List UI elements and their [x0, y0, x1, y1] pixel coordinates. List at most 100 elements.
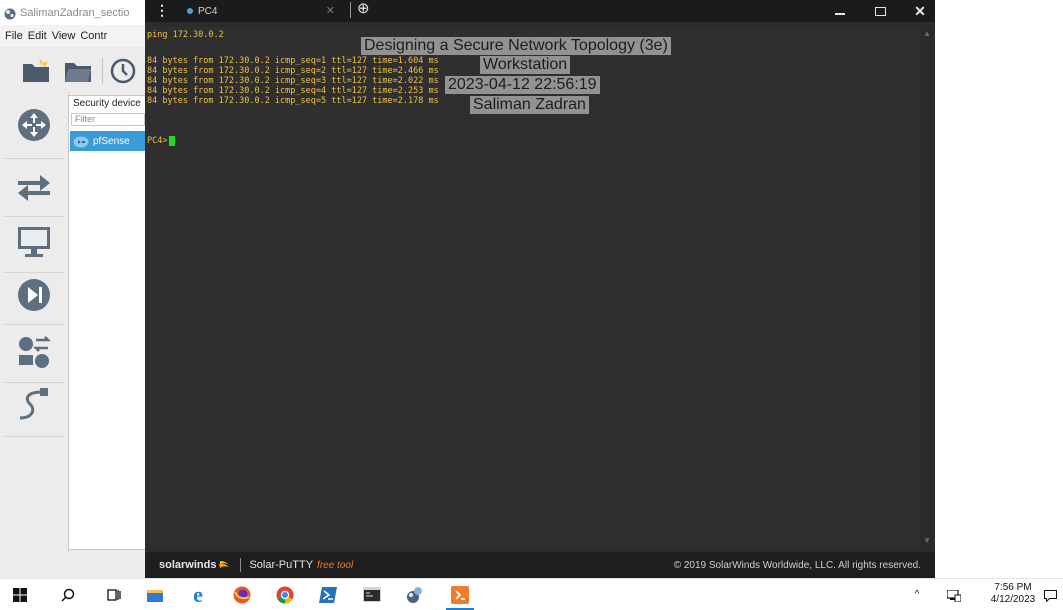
end-devices-monitor-icon[interactable]	[14, 222, 54, 262]
footer-app-name: Solar-PuTTY	[249, 559, 314, 571]
device-type-toolbar	[0, 92, 69, 578]
gns3-taskbar-button[interactable]	[395, 579, 435, 610]
file-explorer-icon	[147, 588, 163, 602]
terminal-line: 84 bytes from 172.30.0.2 icmp_seq=2 ttl=…	[147, 66, 439, 76]
watermark-title: Designing a Secure Network Topology (3e)	[361, 37, 671, 55]
open-project-folder-icon[interactable]	[64, 59, 92, 83]
clock-time: 7:56 PM	[994, 582, 1032, 593]
network-monitor-icon	[946, 588, 962, 602]
menu-control[interactable]: Contr	[80, 30, 107, 42]
terminal-prompt-line: PC4>	[147, 136, 176, 146]
maximize-icon	[874, 6, 886, 16]
device-filter-input[interactable]: Filter	[71, 113, 145, 126]
internet-explorer-icon: e	[193, 581, 203, 607]
gns3-menubar: File Edit View Contr	[0, 25, 148, 47]
minimize-button[interactable]	[820, 0, 860, 22]
terminal-line: 84 bytes from 172.30.0.2 icmp_seq=4 ttl=…	[147, 86, 439, 96]
firewall-device-icon	[73, 135, 89, 148]
show-hidden-icons-button[interactable]: ^	[905, 579, 929, 610]
add-link-cable-icon[interactable]	[14, 386, 54, 426]
menu-view[interactable]: View	[52, 30, 76, 42]
tool-divider	[4, 324, 64, 325]
gns3-statusbar	[0, 552, 148, 578]
device-item-label: pfSense	[93, 135, 130, 147]
internet-explorer-button[interactable]: e	[178, 579, 218, 610]
gns3-app-icon	[4, 7, 16, 19]
chrome-button[interactable]	[265, 579, 305, 610]
tool-divider	[4, 436, 64, 437]
terminal-line: 84 bytes from 172.30.0.2 icmp_seq=5 ttl=…	[147, 96, 439, 106]
solarwinds-logo: solarwinds	[159, 559, 217, 571]
search-icon	[61, 588, 75, 602]
firefox-button[interactable]	[222, 579, 262, 610]
scroll-up-icon[interactable]: ▲	[923, 29, 931, 38]
security-devices-play-icon[interactable]	[14, 275, 54, 315]
notification-icon	[1044, 589, 1057, 603]
windows-logo-icon	[13, 587, 27, 602]
command-prompt-button[interactable]	[352, 579, 392, 610]
taskbar-clock[interactable]: 7:56 PM 4/12/2023	[990, 582, 1036, 606]
terminal-window-icon	[363, 587, 381, 602]
close-icon: ✕	[914, 2, 926, 19]
footer-divider	[240, 558, 242, 572]
toolbar-divider	[102, 58, 103, 84]
search-button[interactable]	[48, 579, 88, 610]
maximize-button[interactable]	[860, 0, 900, 22]
new-project-folder-icon[interactable]	[22, 59, 50, 83]
chrome-icon	[276, 586, 294, 604]
tool-divider	[4, 382, 64, 383]
new-tab-plus-icon[interactable]: ⊕	[357, 0, 370, 18]
windows-taskbar: e ^ 7:56 PM 4/12/2023	[0, 578, 1063, 610]
clock-date: 4/12/2023	[990, 594, 1036, 605]
tab-close-icon[interactable]: ✕	[326, 4, 335, 17]
terminal-cursor	[169, 136, 176, 146]
devices-dock-panel: Security device Filter pfSense	[68, 95, 148, 550]
devices-panel-title: Security device	[73, 98, 141, 109]
routers-tool-icon[interactable]	[14, 105, 54, 145]
tab-divider	[350, 2, 351, 18]
terminal-line: ping 172.30.0.2	[147, 30, 224, 40]
gns3-taskbar-icon	[406, 586, 424, 604]
terminal-line: 84 bytes from 172.30.0.2 icmp_seq=1 ttl=…	[147, 56, 439, 66]
task-view-icon	[107, 588, 121, 602]
session-tab-label: PC4	[198, 5, 218, 17]
switches-tool-icon[interactable]	[14, 166, 54, 206]
putty-titlebar: ⋮ PC4 ✕ ⊕ ✕	[145, 0, 935, 22]
solar-putty-icon	[451, 585, 469, 604]
tool-divider	[4, 216, 64, 217]
menu-edit[interactable]: Edit	[28, 30, 47, 42]
solarwinds-flame-icon	[218, 559, 230, 571]
session-tab-pc4[interactable]: PC4 ✕	[175, 0, 345, 22]
network-tray-button[interactable]	[942, 579, 966, 610]
tool-divider	[4, 272, 64, 273]
footer-free-tool: free tool	[317, 559, 354, 571]
gns3-window-title: SalimanZadran_sectio	[20, 6, 130, 19]
powershell-icon	[319, 586, 337, 603]
session-status-dot	[187, 8, 193, 14]
gns3-window: SalimanZadran_sectio File Edit View Cont…	[0, 0, 148, 578]
watermark-timestamp: 2023-04-12 22:56:19	[445, 76, 600, 94]
start-button[interactable]	[0, 579, 40, 610]
task-view-button[interactable]	[94, 579, 134, 610]
watermark-author: Saliman Zadran	[470, 96, 589, 114]
terminal-scrollbar[interactable]: ▲ ▼	[921, 27, 935, 547]
solar-putty-window: ⋮ PC4 ✕ ⊕ ✕ ping 172.30.0.2 84 bytes fro…	[145, 0, 935, 578]
tool-divider	[4, 158, 64, 159]
terminal-line: 84 bytes from 172.30.0.2 icmp_seq=3 ttl=…	[147, 76, 439, 86]
menu-file[interactable]: File	[5, 30, 23, 42]
scroll-down-icon[interactable]: ▼	[923, 536, 931, 545]
gns3-toolbar	[0, 50, 148, 92]
all-devices-icon[interactable]	[14, 332, 54, 372]
powershell-button[interactable]	[308, 579, 348, 610]
chevron-up-icon: ^	[914, 589, 920, 600]
solar-putty-taskbar-button[interactable]	[440, 579, 480, 610]
kebab-menu-icon[interactable]: ⋮	[155, 3, 169, 17]
device-list-item-pfsense[interactable]: pfSense	[70, 131, 146, 151]
recent-clock-icon[interactable]	[110, 58, 136, 84]
watermark-workstation: Workstation	[480, 56, 571, 74]
putty-footer: solarwinds Solar-PuTTY free tool © 2019 …	[145, 552, 935, 578]
notifications-button[interactable]	[1038, 579, 1063, 610]
file-explorer-button[interactable]	[135, 579, 175, 610]
close-button[interactable]: ✕	[900, 0, 940, 22]
firefox-icon	[233, 586, 251, 604]
